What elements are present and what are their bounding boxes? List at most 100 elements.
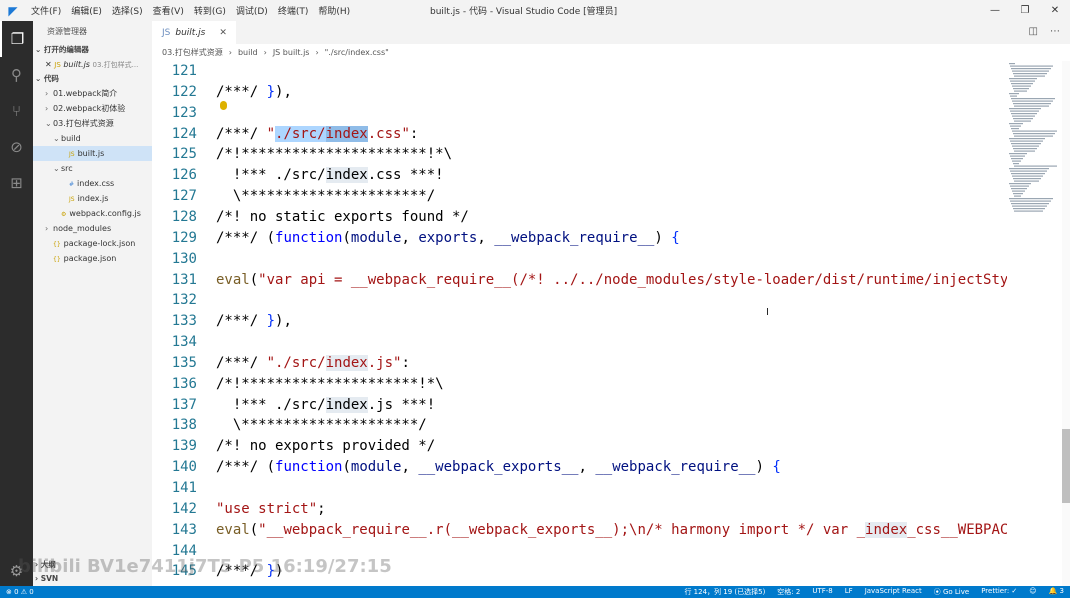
minimap-line	[1011, 188, 1027, 190]
prettier-status[interactable]: Prettier: ✓	[981, 587, 1017, 597]
split-editor-icon[interactable]: ◫	[1029, 26, 1038, 37]
breadcrumb-folder[interactable]: 03.打包样式资源	[162, 47, 223, 58]
menu-debug[interactable]: 调试(D)	[231, 4, 273, 17]
tree-item-label: index.css	[77, 179, 115, 188]
code-line[interactable]: 133 /***/ }),	[152, 311, 1007, 332]
file-type-icon: JS	[69, 196, 75, 203]
tree-item[interactable]: ⌄src	[33, 161, 152, 176]
menu-edit[interactable]: 编辑(E)	[66, 4, 107, 17]
code-line[interactable]: 126 !*** ./src/index.css ***!	[152, 165, 1007, 186]
close-window-button[interactable]: ✕	[1040, 0, 1070, 21]
menu-go[interactable]: 转到(G)	[189, 4, 231, 17]
tree-item[interactable]: ⌄build	[33, 131, 152, 146]
minimize-button[interactable]: —	[980, 0, 1010, 21]
tree-item[interactable]: JS index.js	[33, 191, 152, 206]
menu-help[interactable]: 帮助(H)	[313, 4, 355, 17]
line-code: "use strict";	[216, 500, 326, 517]
minimap-line	[1013, 103, 1051, 105]
encoding[interactable]: UTF-8	[812, 587, 832, 597]
tree-item[interactable]: # index.css	[33, 176, 152, 191]
line-code: eval("var api = __webpack_require__(/*! …	[216, 271, 1007, 288]
minimap-line	[1013, 73, 1047, 75]
feedback-icon[interactable]: ☺	[1029, 587, 1036, 597]
vertical-scrollbar[interactable]	[1062, 61, 1070, 586]
chevron-down-icon: ⌄	[53, 164, 60, 173]
code-line[interactable]: 135 /***/ "./src/index.js":	[152, 353, 1007, 374]
code-line[interactable]: 128 /*! no static exports found */	[152, 207, 1007, 228]
breadcrumb-build[interactable]: build	[238, 48, 258, 57]
tree-item[interactable]: › 01.webpack简介	[33, 86, 152, 101]
code-line[interactable]: 125 /*!**********************!*\	[152, 144, 1007, 165]
tab-bar: JS built.js ✕ ◫ ⋯	[152, 21, 1070, 44]
open-editors-header[interactable]: ⌄ 打开的编辑器	[33, 43, 152, 57]
code-line[interactable]: 143 eval("__webpack_require__.r(__webpack…	[152, 520, 1007, 541]
code-line[interactable]: 140 /***/ (function(module, __webpack_exp…	[152, 457, 1007, 478]
tree-item[interactable]: {} package-lock.json	[33, 236, 152, 251]
line-number: 121	[171, 63, 197, 79]
close-icon[interactable]: ✕	[219, 28, 227, 38]
minimap-line	[1013, 148, 1037, 150]
code-line[interactable]: 136 /*!*********************!*\	[152, 374, 1007, 395]
minimap-line	[1013, 193, 1023, 195]
breadcrumb-symbol[interactable]: "./src/index.css"	[325, 48, 389, 57]
explorer-title: 资源管理器	[47, 27, 87, 36]
code-editor[interactable]: 121 122 /***/ }), 123 124 /***/ "./src/index.…	[152, 61, 1007, 586]
tree-item[interactable]: › 02.webpack初体验	[33, 101, 152, 116]
code-line[interactable]: 130	[152, 249, 1007, 270]
code-line[interactable]: 138 \*********************/	[152, 415, 1007, 436]
tab-built-js[interactable]: JS built.js ✕	[152, 21, 236, 44]
line-code: !*** ./src/index.js ***!	[216, 396, 436, 413]
file-type-icon: #	[69, 181, 75, 188]
folder-header[interactable]: ⌄ 代码	[33, 72, 152, 86]
line-ending[interactable]: LF	[845, 587, 853, 597]
extensions-icon[interactable]: ⊞	[0, 165, 33, 201]
code-line[interactable]: 134	[152, 332, 1007, 353]
line-number: 136	[171, 375, 197, 392]
tree-item-label: package-lock.json	[63, 239, 136, 248]
code-line[interactable]: 137 !*** ./src/index.js ***!	[152, 395, 1007, 416]
code-line[interactable]: 129 /***/ (function(module, exports, __we…	[152, 228, 1007, 249]
scrollbar-thumb[interactable]	[1062, 429, 1070, 503]
tree-item-label: webpack.config.js	[69, 209, 141, 218]
search-icon[interactable]: ⚲	[0, 57, 33, 93]
code-line[interactable]: 131 eval("var api = __webpack_require__(/…	[152, 270, 1007, 291]
minimap[interactable]	[1007, 61, 1062, 221]
source-control-icon[interactable]: ⑂	[0, 93, 33, 129]
minimap-line	[1010, 95, 1017, 97]
code-line[interactable]: 139 /*! no exports provided */	[152, 436, 1007, 457]
go-live-button[interactable]: ⦿ Go Live	[934, 587, 969, 597]
menu-view[interactable]: 查看(V)	[148, 4, 189, 17]
tree-item[interactable]: {} package.json	[33, 251, 152, 266]
code-line[interactable]: 122 /***/ }),	[152, 82, 1007, 103]
files-icon[interactable]: ❐	[0, 21, 33, 57]
minimap-line	[1009, 108, 1041, 110]
indentation[interactable]: 空格: 2	[777, 587, 800, 597]
menu-selection[interactable]: 选择(S)	[107, 4, 148, 17]
minimap-line	[1012, 190, 1025, 192]
problems-indicator[interactable]: ⊗ 0 ⚠ 0	[6, 588, 34, 596]
code-line[interactable]: 124 /***/ "./src/index.css":	[152, 124, 1007, 145]
tree-item[interactable]: › node_modules	[33, 221, 152, 236]
tree-item[interactable]: JS built.js	[33, 146, 152, 161]
language-mode[interactable]: JavaScript React	[865, 587, 922, 597]
menu-terminal[interactable]: 终端(T)	[273, 4, 314, 17]
breadcrumb-file[interactable]: JS built.js	[273, 48, 310, 57]
minimap-line	[1012, 160, 1021, 162]
open-editor-item[interactable]: ✕ JS built.js 03.打包样式...	[33, 57, 152, 72]
close-icon[interactable]: ✕	[45, 60, 52, 69]
cursor-position[interactable]: 行 124，列 19 (已选择5)	[684, 587, 765, 597]
lightbulb-icon[interactable]	[220, 101, 227, 110]
menu-file[interactable]: 文件(F)	[26, 4, 66, 17]
debug-icon[interactable]: ⊘	[0, 129, 33, 165]
code-line[interactable]: 142 "use strict";	[152, 499, 1007, 520]
maximize-button[interactable]: ❐	[1010, 0, 1040, 21]
code-line[interactable]: 127 \**********************/	[152, 186, 1007, 207]
more-actions-icon[interactable]: ⋯	[1050, 26, 1060, 37]
notifications-icon[interactable]: 🔔 3	[1049, 587, 1064, 597]
tree-item[interactable]: ⌄03.打包样式资源	[33, 116, 152, 131]
code-line[interactable]: 121	[152, 61, 1007, 82]
code-line[interactable]: 132	[152, 290, 1007, 311]
code-line[interactable]: 141	[152, 478, 1007, 499]
code-line[interactable]: 123	[152, 103, 1007, 124]
tree-item[interactable]: ⚙ webpack.config.js	[33, 206, 152, 221]
